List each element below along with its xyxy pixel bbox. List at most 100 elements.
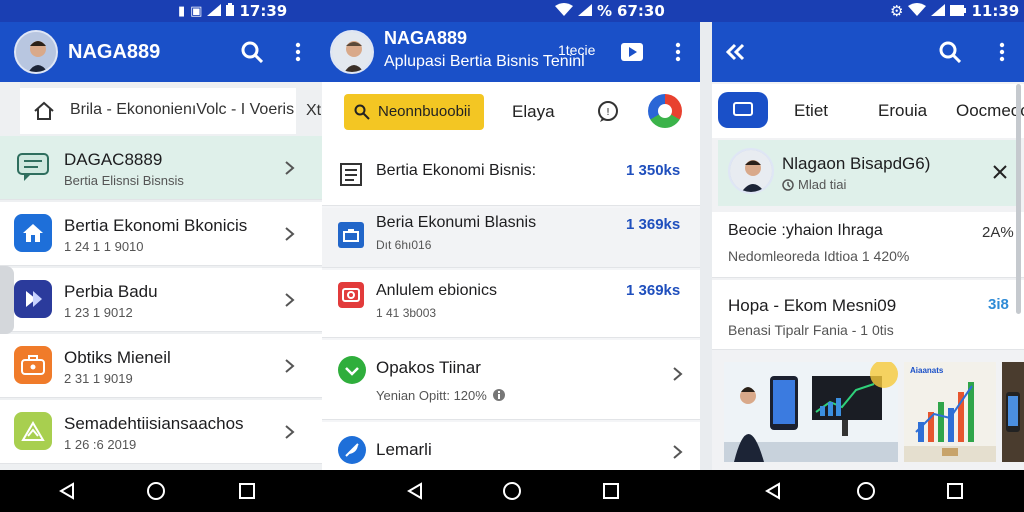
promo-image-partial[interactable]	[1002, 362, 1024, 462]
app-subtitle: Aplupasi Bertia Bisnis Teninl	[384, 53, 585, 70]
avatar[interactable]	[14, 30, 58, 74]
promo-image-chart[interactable]: Aiaanats	[904, 362, 996, 462]
promo-badge: Aiaanats	[910, 366, 944, 375]
info-icon	[493, 389, 505, 401]
avatar	[728, 148, 774, 194]
status-battery-percent: %	[597, 2, 613, 20]
list-item-title: Obtiks Mieneil	[64, 348, 171, 367]
breadcrumb-text[interactable]: Brila - EkononienıVolc - I Voeris	[70, 101, 294, 119]
back-triangle-icon[interactable]	[760, 478, 786, 504]
list-item-title: Lemarli	[376, 440, 432, 459]
chevron-right-icon	[673, 367, 683, 381]
signal-icon	[207, 2, 222, 20]
avatar[interactable]	[330, 30, 374, 74]
tab-etiet[interactable]: Etiet	[794, 101, 828, 121]
list-item[interactable]: DAGAC8889 Bertia Elisnsi Bisnsis	[0, 136, 322, 200]
list-item[interactable]: Obtiks Mieneil 2 31 1 9019	[0, 334, 322, 398]
list-item-sub: Dıt 6hı016	[376, 238, 432, 252]
chat-bubble-icon	[14, 148, 52, 186]
clock-icon	[782, 179, 794, 191]
list-item[interactable]: Beria Ekonumi Blasnis Dıt 6hı016 1 369ks	[322, 208, 700, 268]
profile-card[interactable]: Nlagaon BisapdG6) Mlad tiai	[718, 140, 1018, 206]
feather-icon	[338, 436, 366, 464]
home-circle-icon[interactable]	[143, 478, 169, 504]
list-item-sub: Benasi Tipalr Fania - 1 0tis	[728, 322, 894, 338]
chart-up-icon	[14, 412, 52, 450]
chevron-right-icon	[673, 445, 683, 459]
gear-icon: ⚙	[890, 2, 904, 20]
list-item-title: Perbia Badu	[64, 282, 158, 301]
list-item[interactable]: Anlulem ebionics 1 41 3b003 1 369ks	[322, 270, 700, 338]
flag-icon	[14, 280, 52, 318]
status-time-center: 67:30	[617, 2, 665, 20]
status-group-center: % 67:30	[555, 2, 665, 20]
tab-erouia[interactable]: Erouia	[878, 101, 927, 121]
list-item[interactable]: Lemarli	[322, 422, 700, 470]
status-time-right: 11:39	[971, 2, 1020, 20]
promo-image-business[interactable]	[724, 360, 898, 462]
home-circle-icon[interactable]	[499, 478, 525, 504]
side-drawer-handle[interactable]	[0, 266, 14, 334]
chevron-right-icon	[285, 359, 295, 373]
list-item[interactable]: Bertia Ekonomi Bkonicis 1 24 1 1 9010	[0, 202, 322, 266]
battery-icon	[226, 2, 235, 20]
list-item[interactable]: Perbia Badu 1 23 1 9012	[0, 268, 322, 332]
app-tag: 1tecie	[558, 42, 596, 58]
home-circle-icon[interactable]	[853, 478, 879, 504]
list-item[interactable]: Bertia Ekonomi Bisnis: 1 350ks	[322, 142, 700, 206]
toolbar: Neonnbuoobii Elaya !	[322, 82, 700, 142]
list-item[interactable]: Hopa - Ekom Mesni09 Benasi Tipalr Fania …	[712, 280, 1024, 350]
back-double-chevron-icon[interactable]	[722, 38, 750, 66]
list-item-sub: 1 24 1 1 9010	[64, 239, 144, 254]
list-item-value: 2A%	[982, 224, 1014, 241]
list-item-title: DAGAC8889	[64, 150, 163, 169]
check-circle-icon	[338, 356, 366, 384]
recents-square-icon[interactable]	[598, 478, 624, 504]
chat-icon[interactable]: !	[594, 98, 622, 126]
play-icon[interactable]	[618, 38, 646, 66]
home-outline-icon[interactable]	[30, 97, 58, 125]
list-item-title: Bertia Ekonomi Bisnis:	[376, 162, 537, 179]
home-icon	[14, 214, 52, 252]
chevron-right-icon	[285, 293, 295, 307]
list-item-sub: 1 41 3b003	[376, 306, 437, 320]
tab-elaya[interactable]: Elaya	[512, 102, 555, 122]
list-item-value: 1 369ks	[626, 282, 681, 299]
list-item-sub: 1 23 1 9012	[64, 305, 133, 320]
panel-left: NAGA889 Brila - EkononienıVolc - I Voeri…	[0, 22, 322, 470]
profile-sub: Mlad tiai	[798, 177, 847, 192]
battery-icon	[950, 2, 967, 20]
list-item-sub: Nedomleoreda Idtioa 1 420%	[728, 248, 910, 264]
tab-screen[interactable]	[718, 92, 768, 128]
tab-oocmeoo[interactable]: Oocmeoo	[956, 101, 1024, 121]
list-item-title: Semadehtiisiansaachos	[64, 414, 244, 433]
browser-logo-icon[interactable]	[648, 94, 682, 128]
more-vertical-icon[interactable]	[664, 38, 692, 66]
list-item[interactable]: Opakos Tiinar Yenian Opitt: 120%	[322, 340, 700, 420]
list-item-title: Bertia Ekonomi Bkonicis	[64, 216, 248, 235]
back-triangle-icon[interactable]	[402, 478, 428, 504]
search-icon[interactable]	[238, 38, 266, 66]
tab-bar: Etiet Erouia Oocmeoo	[712, 84, 1024, 138]
close-icon[interactable]	[986, 158, 1014, 186]
chevron-right-icon	[285, 161, 295, 175]
chevron-right-icon	[285, 227, 295, 241]
scrollbar[interactable]	[1016, 84, 1021, 314]
list-item-value: 1 350ks	[626, 162, 681, 179]
status-time-left: 17:39	[239, 2, 288, 20]
search-icon[interactable]	[936, 38, 964, 66]
search-button-label: Neonnbuoobii	[378, 103, 471, 120]
back-triangle-icon[interactable]	[54, 478, 80, 504]
recents-square-icon[interactable]	[942, 478, 968, 504]
recents-square-icon[interactable]	[234, 478, 260, 504]
app-title: NAGA889	[68, 41, 161, 63]
list-item-title: Hopa - Ekom Mesni09	[728, 296, 897, 315]
list-item[interactable]: Semadehtiisiansaachos 1 26 :6 2019	[0, 400, 322, 464]
app-title: NAGA889	[384, 28, 468, 48]
search-button[interactable]: Neonnbuoobii	[344, 94, 484, 130]
more-vertical-icon[interactable]	[988, 38, 1016, 66]
more-vertical-icon[interactable]	[284, 38, 312, 66]
status-bar: ▮ ▣ 17:39 % 67:30 ⚙ 11:39	[0, 0, 1024, 22]
app-bar	[712, 22, 1024, 82]
list-item[interactable]: Beocie :yhaion Ihraga Nedomleoreda Idtio…	[712, 212, 1024, 278]
